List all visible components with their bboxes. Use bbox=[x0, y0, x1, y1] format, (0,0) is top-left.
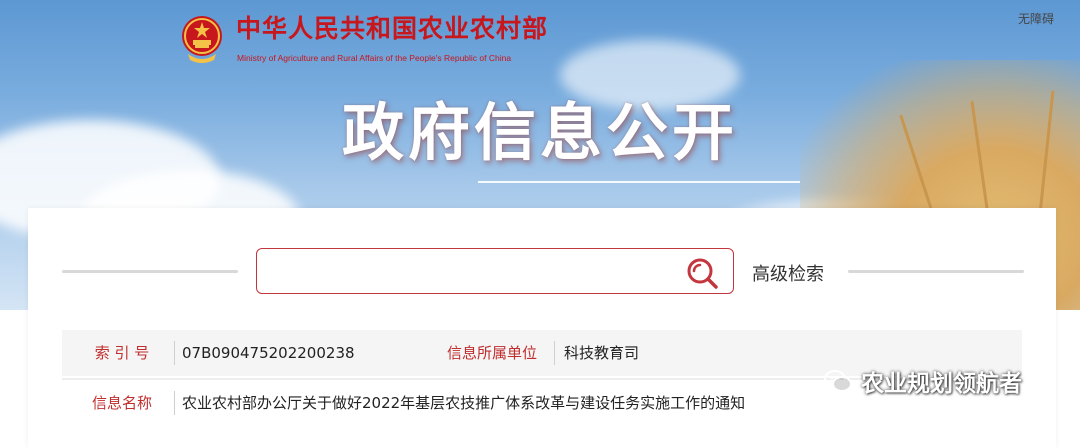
ministry-name-cn: 中华人民共和国农业农村部 bbox=[236, 14, 549, 43]
unit-label: 信息所属单位 bbox=[446, 344, 537, 362]
search-divider-right bbox=[848, 270, 1024, 273]
watermark-text: 农业规划领航者 bbox=[861, 371, 1022, 397]
name-value: 农业农村部办公厅关于做好2022年基层农技推广体系改革与建设任务实施工作的通知 bbox=[182, 394, 746, 412]
page-title: 政府信息公开 bbox=[341, 96, 738, 169]
index-value: 07B090475202200238 bbox=[182, 344, 355, 362]
search-box bbox=[256, 248, 734, 294]
ministry-name-en: Ministry of Agriculture and Rural Affair… bbox=[237, 53, 512, 63]
search-input[interactable] bbox=[267, 255, 671, 289]
unit-value: 科技教育司 bbox=[564, 344, 640, 362]
column-separator bbox=[554, 341, 555, 365]
index-label: 索 引 号 bbox=[94, 344, 150, 362]
column-separator bbox=[174, 391, 175, 415]
title-underline bbox=[478, 181, 800, 183]
search-divider-left bbox=[62, 270, 238, 273]
wechat-icon bbox=[824, 370, 852, 392]
wechat-watermark: 农业规划领航者 bbox=[823, 364, 1022, 398]
search-icon[interactable] bbox=[685, 256, 719, 290]
national-emblem-icon bbox=[182, 16, 222, 63]
column-separator bbox=[174, 341, 175, 365]
accessibility-link[interactable]: 无障碍 bbox=[1018, 10, 1054, 27]
advanced-search-link[interactable]: 高级检索 bbox=[752, 260, 824, 286]
name-label: 信息名称 bbox=[91, 394, 152, 412]
